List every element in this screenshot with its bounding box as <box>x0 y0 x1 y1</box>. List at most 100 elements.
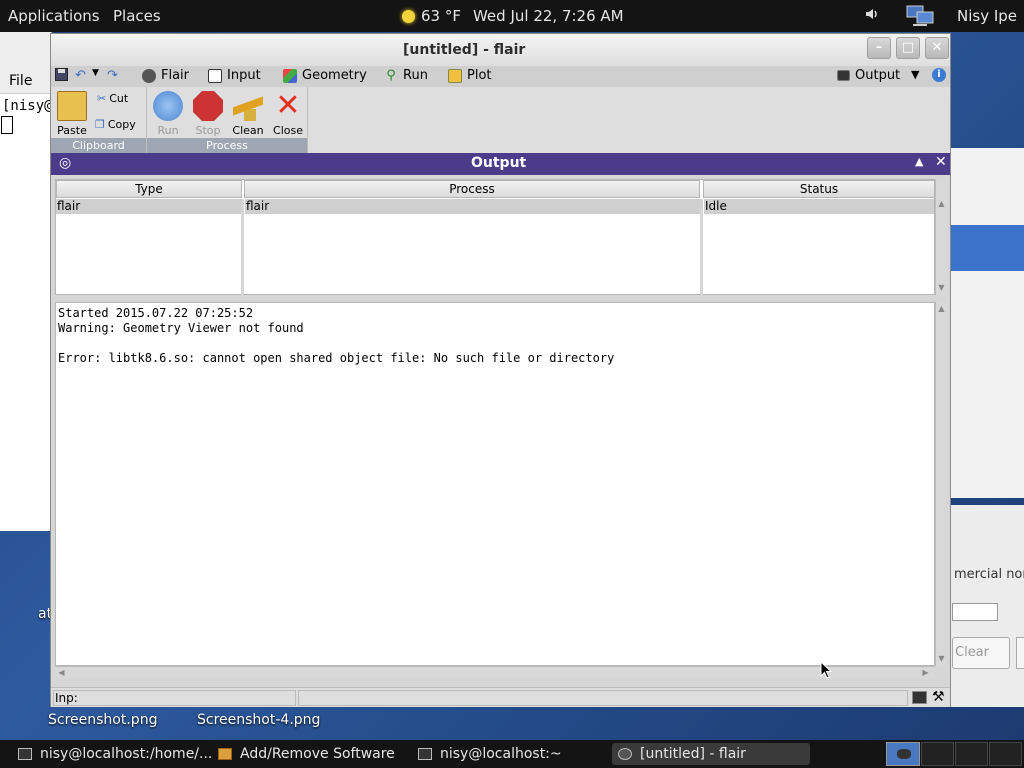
scroll-down-icon[interactable]: ▼ <box>937 283 946 292</box>
run-button[interactable]: Run <box>148 89 188 137</box>
clock[interactable]: 63 °F Wed Jul 22, 7:26 AM <box>402 7 624 25</box>
undo-icon[interactable]: ↶ <box>75 68 86 83</box>
column-header-type[interactable]: Type <box>56 180 242 198</box>
output-panel: ◎ Output ▲ ✕ Type Process Status flair f… <box>51 153 950 688</box>
column-divider <box>700 199 703 295</box>
table-cell-status[interactable]: Idle <box>704 199 934 214</box>
tab-run-label: Run <box>403 68 428 83</box>
scroll-up-icon[interactable]: ▲ <box>937 199 946 208</box>
status-bar: Inp: ⚒ <box>51 687 950 707</box>
close-output-icon[interactable]: ✕ <box>935 154 947 170</box>
volume-icon[interactable] <box>864 6 880 26</box>
clipboard-group: Paste ✂ Cut ❐ Copy Clipboard <box>51 87 147 153</box>
status-message-field <box>298 690 908 706</box>
stop-button[interactable]: Stop <box>188 89 228 137</box>
column-header-process[interactable]: Process <box>244 180 700 198</box>
close-label: Close <box>273 124 303 137</box>
column-divider <box>241 199 244 295</box>
background-terminal-window[interactable]: File [nisy@ <box>0 32 53 531</box>
background-software-window[interactable] <box>950 148 1024 498</box>
scroll-up-icon[interactable]: ▲ <box>937 304 946 313</box>
run-man-icon: ⚲ <box>386 67 396 83</box>
table-scrollbar[interactable]: ▲ ▼ <box>935 179 947 295</box>
network-icon[interactable] <box>905 4 935 32</box>
cut-button[interactable]: ✂ Cut <box>97 92 128 105</box>
tools-icon[interactable]: ⚒ <box>932 689 945 705</box>
taskbar-item-add-remove-software[interactable]: Add/Remove Software <box>212 743 395 765</box>
run-play-icon <box>153 91 183 121</box>
save-icon[interactable] <box>55 68 68 81</box>
window-titlebar[interactable]: [untitled] - flair – □ ✕ <box>51 34 950 66</box>
close-process-button[interactable]: ✕ Close <box>268 88 308 138</box>
tab-flair-label: Flair <box>161 68 190 83</box>
tab-output[interactable]: Output <box>837 68 900 83</box>
collapse-icon[interactable]: ▲ <box>915 155 923 168</box>
tab-input-label: Input <box>227 68 261 83</box>
copy-button[interactable]: ❐ Copy <box>95 118 136 131</box>
tab-run[interactable]: ⚲ Run <box>384 68 428 83</box>
scroll-down-icon[interactable]: ▼ <box>937 654 946 663</box>
output-log[interactable]: Started 2015.07.22 07:25:52 Warning: Geom… <box>55 302 935 666</box>
close-window-button[interactable]: ✕ <box>925 37 949 59</box>
datetime: Wed Jul 22, 7:26 AM <box>472 7 624 25</box>
paste-icon <box>57 91 87 121</box>
output-panel-icon[interactable]: ◎ <box>59 155 71 171</box>
scroll-right-icon[interactable]: ▶ <box>921 668 930 677</box>
background-clear-button[interactable]: Clear <box>952 637 1010 669</box>
tab-geometry[interactable]: Geometry <box>283 68 367 83</box>
taskbar-item-terminal[interactable]: nisy@localhost:~ <box>412 743 562 765</box>
workspace-1[interactable] <box>886 742 920 766</box>
info-icon[interactable]: i <box>932 68 946 82</box>
clean-button[interactable]: Clean <box>228 89 268 137</box>
workspace-2[interactable] <box>921 742 954 766</box>
software-package-icon <box>218 748 232 760</box>
tab-plot[interactable]: Plot <box>448 68 492 83</box>
terminal-icon <box>18 748 32 760</box>
paste-button[interactable]: Paste <box>52 89 92 137</box>
background-file-menu[interactable]: File <box>9 73 32 89</box>
minimize-button[interactable]: – <box>867 37 891 59</box>
output-title: Output <box>471 155 527 171</box>
window-title: [untitled] - flair <box>403 42 526 58</box>
maximize-button[interactable]: □ <box>896 37 920 59</box>
input-card-icon <box>208 68 222 83</box>
flair-pot-icon <box>897 749 911 759</box>
table-cell-type[interactable]: flair <box>56 199 242 214</box>
tab-flair[interactable]: Flair <box>142 68 189 83</box>
taskbar-item-flair[interactable]: [untitled] - flair <box>612 743 810 765</box>
desktop-file-screenshot-4[interactable]: Screenshot-4.png <box>197 712 320 728</box>
flair-pot-icon <box>142 68 156 83</box>
places-menu[interactable]: Places <box>113 7 161 25</box>
applications-menu[interactable]: Applications <box>8 7 100 25</box>
clean-label: Clean <box>232 124 264 137</box>
workspace-4[interactable] <box>989 742 1022 766</box>
background-dialog[interactable]: mercial non Clear <box>950 505 1024 707</box>
user-menu[interactable]: Nisy Ipe <box>957 7 1017 25</box>
log-scrollbar[interactable]: ▲ ▼ <box>935 302 947 666</box>
table-cell-process[interactable]: flair <box>245 199 700 214</box>
taskbar-item-label: [untitled] - flair <box>640 746 746 762</box>
taskbar-item-terminal-home[interactable]: nisy@localhost:/home/... <box>12 743 212 765</box>
taskbar-item-label: nisy@localhost:~ <box>440 746 562 762</box>
close-x-icon: ✕ <box>275 88 301 123</box>
background-dialog-button[interactable] <box>1016 637 1024 669</box>
output-dropdown-icon[interactable]: ▼ <box>911 68 919 81</box>
column-header-status[interactable]: Status <box>703 180 935 198</box>
input-status-field[interactable]: Inp: <box>53 690 296 706</box>
redo-icon[interactable]: ↷ <box>107 68 118 83</box>
log-horizontal-scrollbar[interactable]: ◀ ▶ <box>55 666 935 678</box>
desktop-file-screenshot[interactable]: Screenshot.png <box>48 712 157 728</box>
taskbar-item-label: Add/Remove Software <box>240 746 395 762</box>
background-dialog-input[interactable] <box>952 603 998 621</box>
terminal-cursor <box>1 116 13 134</box>
workspace-3[interactable] <box>955 742 988 766</box>
tab-input[interactable]: Input <box>208 68 261 83</box>
undo-dropdown-icon[interactable]: ▼ <box>92 68 99 78</box>
mouse-pointer-icon <box>820 661 832 679</box>
scroll-left-icon[interactable]: ◀ <box>57 668 66 677</box>
tab-plot-label: Plot <box>467 68 492 83</box>
copy-label: Copy <box>107 118 136 131</box>
output-terminal-icon <box>837 70 850 81</box>
terminal-icon[interactable] <box>912 691 927 704</box>
